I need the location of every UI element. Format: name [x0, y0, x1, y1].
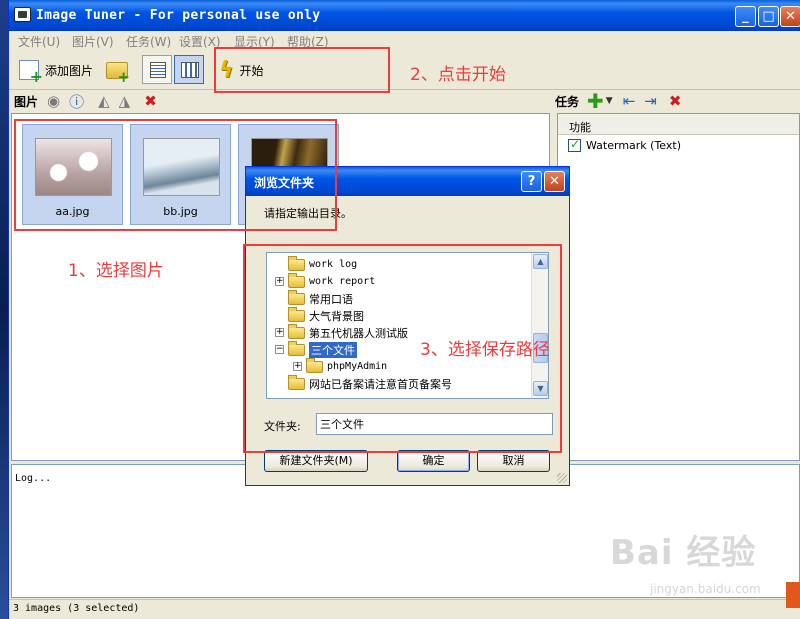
list-view-icon: [150, 62, 166, 78]
list-view-button[interactable]: [142, 55, 172, 84]
baidu-watermark: Bai 经验: [610, 533, 757, 573]
dialog-help-button[interactable]: ?: [521, 171, 542, 192]
eye-icon[interactable]: ◉: [47, 92, 60, 110]
dropdown-arrow-icon[interactable]: ▼: [606, 96, 613, 106]
maximize-button[interactable]: □: [758, 6, 779, 27]
menu-bar: 文件(U) 图片(V) 任务(W) 设置(X) 显示(Y) 帮助(Z): [9, 31, 800, 49]
title-bar[interactable]: Image Tuner - For personal use only _ □ …: [9, 0, 800, 31]
add-folder-icon: [106, 61, 130, 86]
images-pane-header: 图片 ◉ ⓘ ◭ ◮ ✖: [14, 90, 157, 112]
ok-button[interactable]: 确定: [397, 450, 470, 472]
menu-file[interactable]: 文件(U): [18, 33, 60, 50]
add-task-icon[interactable]: ✚: [587, 89, 604, 113]
images-pane-title: 图片: [14, 94, 39, 109]
task-row[interactable]: Watermark (Text): [568, 137, 681, 152]
annotation-step2: 2、点击开始: [410, 65, 506, 85]
add-folder-button[interactable]: [106, 57, 130, 86]
add-images-label: 添加图片: [45, 63, 94, 78]
tasks-pane-header: 任务 ✚ ▼ ⇤ ⇥ ✖: [555, 89, 682, 113]
task-checkbox[interactable]: [568, 137, 581, 152]
desktop-background: [0, 0, 8, 619]
tasks-pane[interactable]: 功能 Watermark (Text): [557, 113, 800, 461]
remove-task-icon[interactable]: ✖: [669, 92, 682, 110]
new-folder-button[interactable]: 新建文件夹(M): [264, 450, 368, 472]
import-task-icon[interactable]: ⇤: [623, 92, 636, 110]
add-image-icon: [19, 60, 43, 86]
cancel-button[interactable]: 取消: [477, 450, 550, 472]
info-icon[interactable]: ⓘ: [69, 91, 84, 112]
annotation-box-images: [14, 119, 337, 231]
close-button[interactable]: ✕: [780, 6, 800, 27]
resize-grip[interactable]: [557, 473, 567, 483]
export-task-icon[interactable]: ⇥: [644, 92, 657, 110]
app-icon: [14, 7, 31, 22]
watermark-badge: [786, 582, 800, 608]
menu-tasks[interactable]: 任务(W): [126, 33, 171, 50]
thumbnail-view-icon: [181, 62, 199, 78]
remove-image-icon[interactable]: ✖: [144, 92, 157, 110]
minimize-button[interactable]: _: [735, 6, 756, 27]
thumbnail-view-button[interactable]: [174, 55, 204, 84]
task-label: Watermark (Text): [586, 139, 681, 152]
window-title: Image Tuner - For personal use only: [36, 8, 321, 23]
annotation-step3: 3、选择保存路径: [420, 340, 550, 360]
annotation-box-start: [214, 47, 390, 93]
add-images-button[interactable]: 添加图片: [19, 57, 94, 86]
main-toolbar: 添加图片 ϟ 开始: [9, 49, 800, 90]
flip-vertical-icon[interactable]: ◮: [119, 92, 131, 110]
annotation-step1: 1、选择图片: [68, 261, 164, 281]
flip-horizontal-icon[interactable]: ◭: [98, 92, 110, 110]
status-bar: 3 images (3 selected): [9, 599, 800, 619]
tasks-pane-title: 任务: [555, 94, 580, 109]
dialog-close-button[interactable]: ✕: [544, 171, 565, 192]
status-text: 3 images (3 selected): [13, 603, 140, 614]
tasks-column-header[interactable]: 功能: [558, 114, 799, 135]
menu-images[interactable]: 图片(V): [72, 33, 114, 50]
watermark-url: jingyan.baidu.com: [650, 582, 761, 596]
log-text: Log...: [15, 473, 52, 484]
